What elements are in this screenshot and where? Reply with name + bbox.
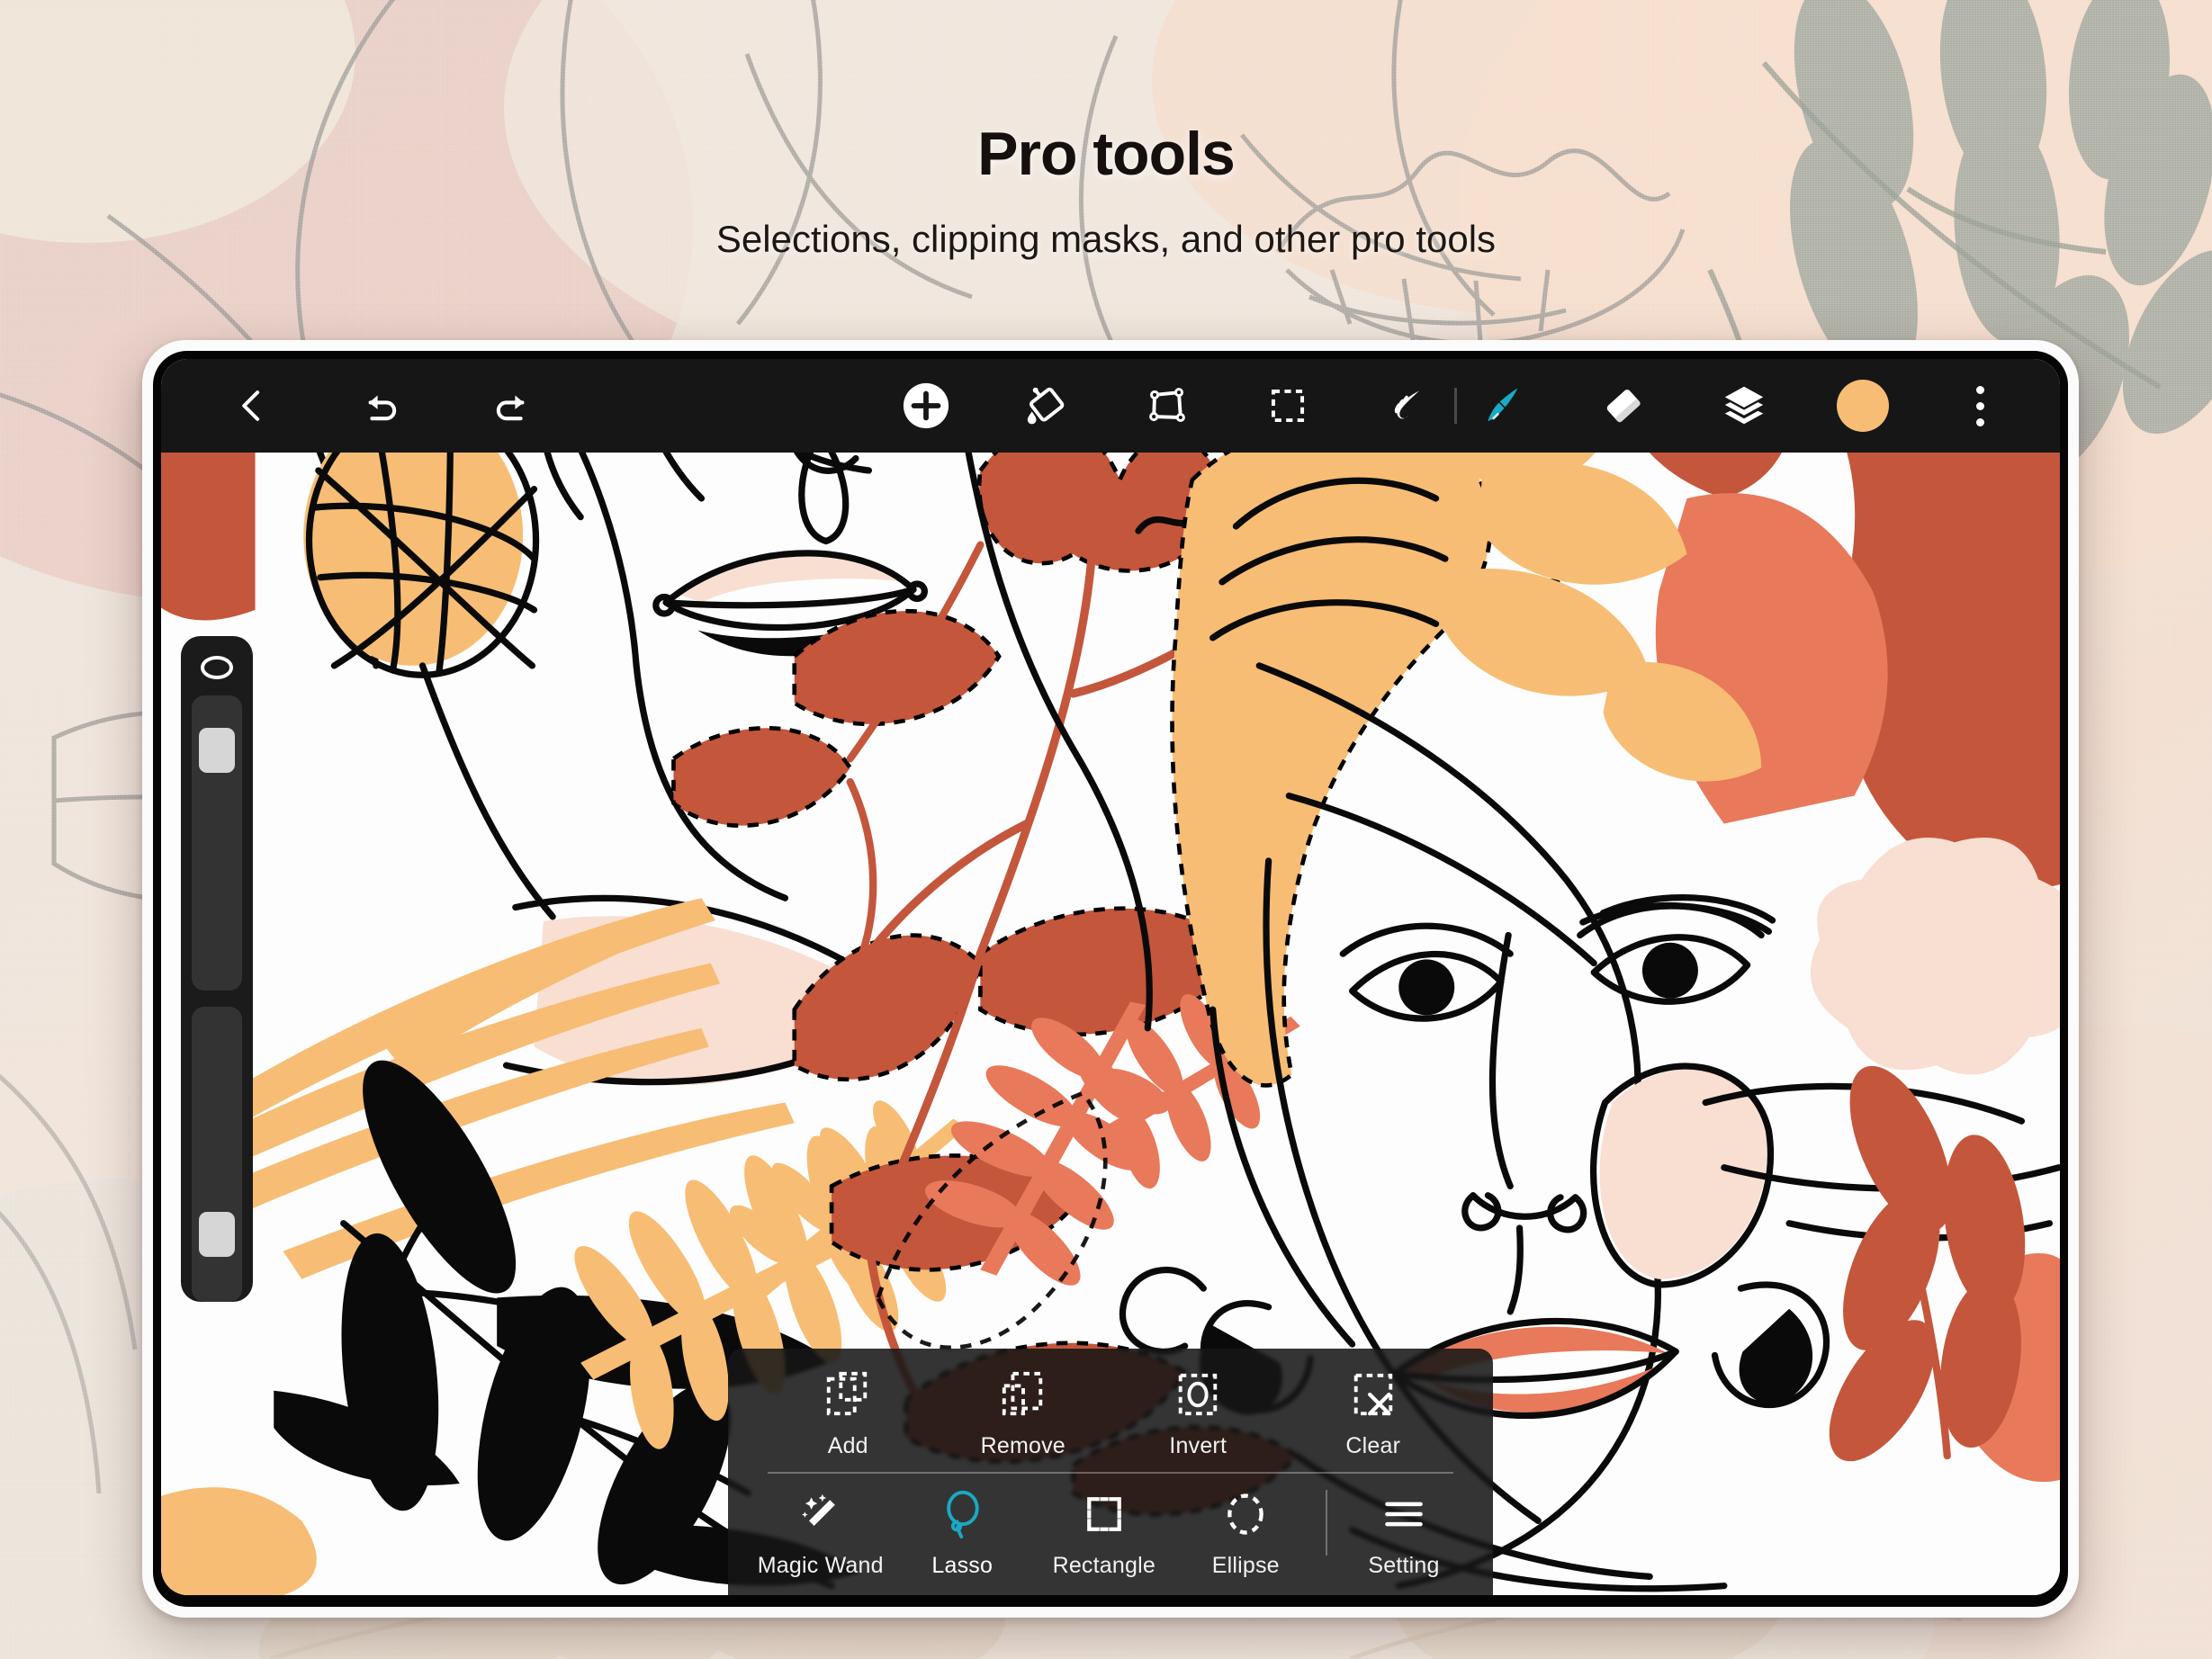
tool-rectangle-label: Rectangle: [1053, 1553, 1155, 1579]
tablet-device: .ln { fill:none; stroke:#0a0a0a; stroke-…: [142, 340, 2079, 1618]
tablet-screen: .ln { fill:none; stroke:#0a0a0a; stroke-…: [161, 359, 2060, 1595]
brush-size-slider[interactable]: [192, 695, 242, 991]
back-button[interactable]: [217, 371, 287, 441]
undo-icon: [361, 385, 402, 426]
color-swatch-button[interactable]: [1828, 371, 1898, 441]
brush-button[interactable]: [1468, 371, 1538, 441]
selection-tools-row: Magic Wand Lasso: [728, 1474, 1493, 1583]
tool-ellipse-label: Ellipse: [1212, 1553, 1280, 1579]
layers-icon: [1720, 381, 1768, 430]
selection-invert-icon: [1174, 1368, 1221, 1421]
selection-add-icon: [824, 1368, 871, 1421]
lasso-icon: [939, 1488, 985, 1540]
tool-setting[interactable]: Setting: [1336, 1488, 1471, 1579]
layers-button[interactable]: [1709, 371, 1779, 441]
page-title: Pro tools: [0, 119, 2212, 189]
fill-button[interactable]: [1012, 371, 1082, 441]
selection-invert-label: Invert: [1169, 1433, 1227, 1459]
transform-button[interactable]: [1132, 371, 1202, 441]
tool-lasso-label: Lasso: [931, 1553, 993, 1579]
page-subtitle: Selections, clipping masks, and other pr…: [0, 218, 2212, 261]
eraser-button[interactable]: [1588, 371, 1659, 441]
add-button[interactable]: [891, 371, 961, 441]
smudge-button[interactable]: [1373, 371, 1443, 441]
redo-button[interactable]: [476, 371, 546, 441]
brush-settings-rail: [181, 636, 253, 1302]
magic-wand-icon: [797, 1488, 844, 1540]
more-menu-button[interactable]: [1945, 371, 2015, 441]
selection-clear[interactable]: Clear: [1286, 1368, 1461, 1459]
tool-magic-wand[interactable]: Magic Wand: [750, 1488, 892, 1579]
brush-opacity-knob[interactable]: [199, 1212, 235, 1257]
transform-icon: [1144, 382, 1191, 429]
three-dots-icon: [1976, 386, 1984, 426]
selection-add-label: Add: [828, 1433, 868, 1459]
paint-bucket-icon: [1023, 382, 1070, 429]
headline-block: Pro tools Selections, clipping masks, an…: [0, 0, 2212, 261]
chevron-left-icon: [233, 387, 271, 425]
color-circle-icon: [1837, 380, 1889, 432]
eraser-icon: [1599, 381, 1648, 430]
selection-add[interactable]: Add: [760, 1368, 936, 1459]
smudge-icon: [1385, 382, 1432, 429]
toolbar-left-group: [161, 371, 546, 441]
tool-magic-wand-label: Magic Wand: [758, 1553, 884, 1579]
tool-setting-label: Setting: [1368, 1553, 1439, 1579]
selection-clear-label: Clear: [1345, 1433, 1400, 1459]
tool-rectangle[interactable]: Rectangle: [1033, 1488, 1175, 1579]
tool-lasso[interactable]: Lasso: [892, 1488, 1034, 1579]
toolbar-divider: [1454, 388, 1457, 424]
brush-preview-icon: [201, 656, 233, 679]
brush-size-knob[interactable]: [199, 728, 235, 773]
brush-opacity-slider[interactable]: [192, 1007, 242, 1302]
toolbar-right-group: [891, 371, 2060, 441]
redo-icon: [490, 385, 532, 426]
rectangle-icon: [1081, 1488, 1128, 1540]
selection-invert[interactable]: Invert: [1110, 1368, 1286, 1459]
tools-vertical-divider: [1326, 1490, 1327, 1556]
selection-clear-icon: [1350, 1368, 1397, 1421]
selection-remove-label: Remove: [981, 1433, 1066, 1459]
marquee-icon: [1265, 383, 1310, 428]
hamburger-icon: [1380, 1488, 1427, 1540]
ellipse-icon: [1222, 1488, 1269, 1540]
selection-panel: Add Remove: [728, 1349, 1493, 1595]
selection-button[interactable]: [1253, 371, 1323, 441]
tablet-bezel: .ln { fill:none; stroke:#0a0a0a; stroke-…: [153, 351, 2068, 1607]
selection-remove-icon: [1000, 1368, 1047, 1421]
plus-circle-icon: [902, 381, 950, 430]
tool-ellipse[interactable]: Ellipse: [1175, 1488, 1317, 1579]
brush-icon: [1479, 382, 1526, 429]
selection-remove[interactable]: Remove: [936, 1368, 1111, 1459]
selection-actions-row: Add Remove: [728, 1368, 1493, 1472]
top-toolbar: [161, 359, 2060, 453]
undo-button[interactable]: [346, 371, 417, 441]
